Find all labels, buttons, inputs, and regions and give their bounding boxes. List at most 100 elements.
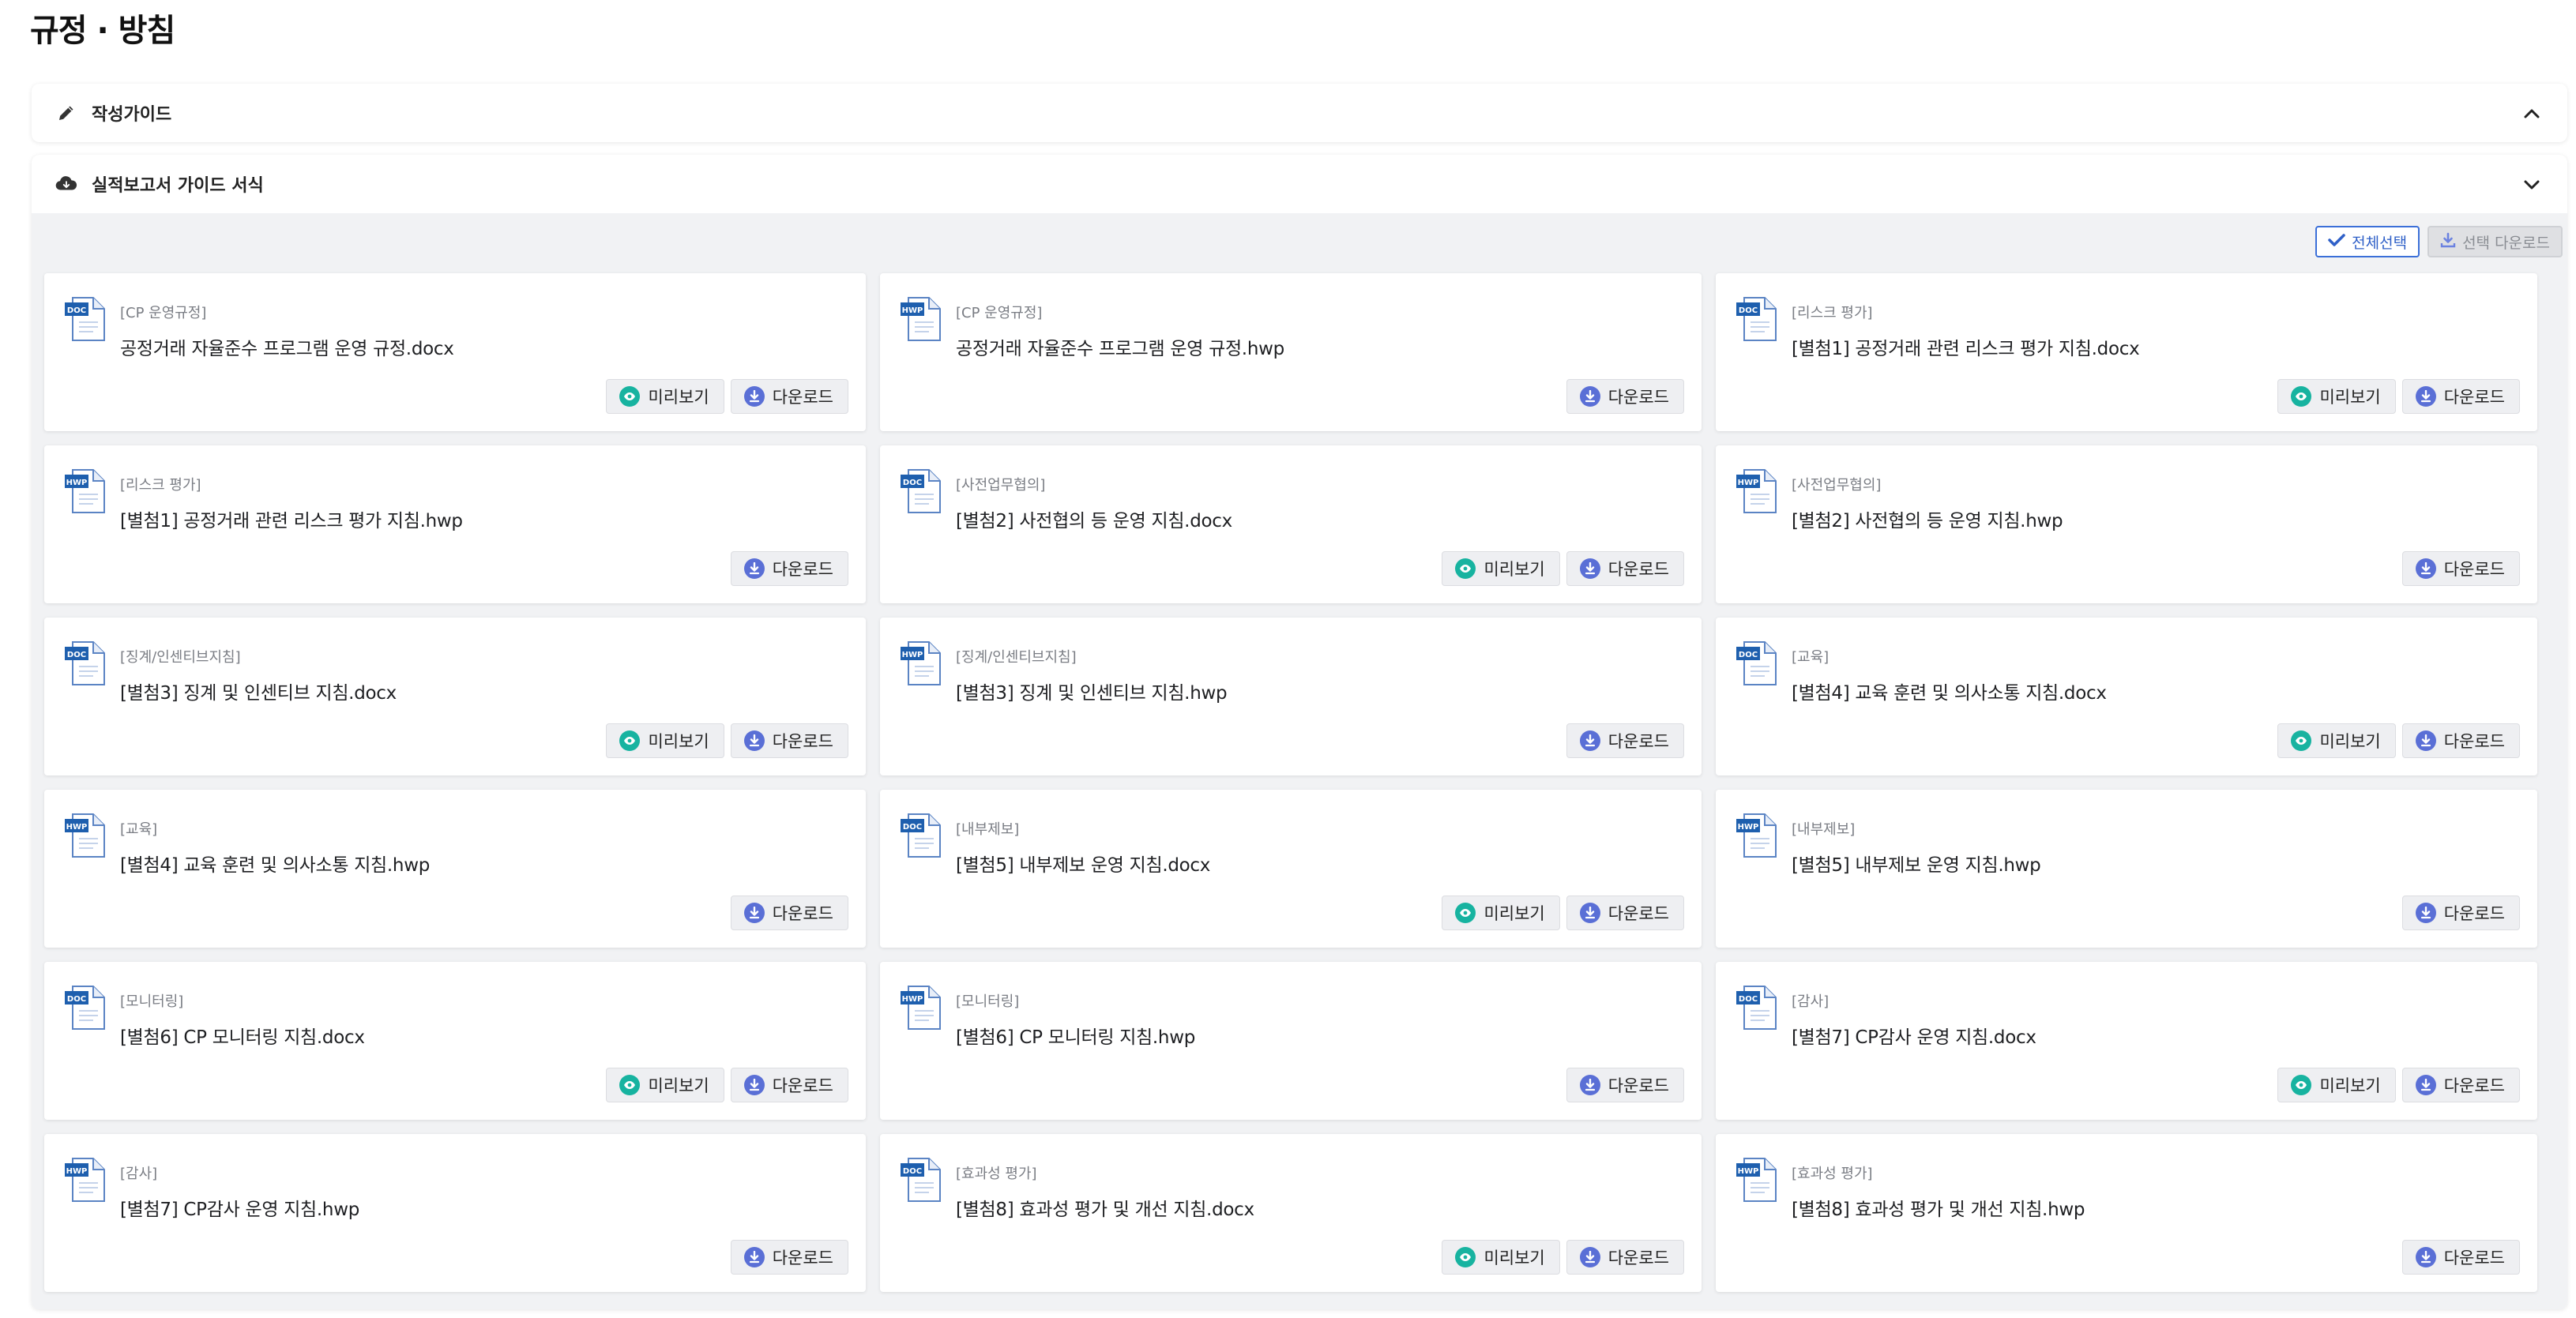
download-button[interactable]: 다운로드 <box>1566 551 1684 586</box>
file-name: [별첨6] CP 모니터링 지침.hwp <box>956 1027 1196 1048</box>
eye-icon <box>1455 1247 1476 1267</box>
preview-button[interactable]: 미리보기 <box>2277 723 2396 758</box>
download-selected-button[interactable]: 선택 다운로드 <box>2427 226 2563 257</box>
file-actions: 다운로드 <box>730 551 848 586</box>
file-name: [별첨1] 공정거래 관련 리스크 평가 지침.docx <box>1792 339 2140 359</box>
chevron-down-icon[interactable] <box>2520 173 2544 197</box>
download-label: 다운로드 <box>2443 560 2505 579</box>
download-button[interactable]: 다운로드 <box>1566 379 1684 414</box>
file-category: [CP 운영규정] <box>120 305 207 321</box>
file-card: HWP [효과성 평가] [별첨8] 효과성 평가 및 개선 지침.hwp 다운… <box>1716 1134 2537 1292</box>
file-category: [교육] <box>120 821 158 838</box>
download-icon <box>1579 903 1600 923</box>
download-selected-label: 선택 다운로드 <box>2462 234 2550 252</box>
file-card: DOC [모니터링] [별첨6] CP 모니터링 지침.docx 미리보기 다운… <box>44 962 866 1120</box>
download-icon <box>743 386 765 407</box>
file-card: HWP [징계/인센티브지침] [별첨3] 징계 및 인센티브 지침.hwp 다… <box>880 618 1702 775</box>
file-name: [별첨1] 공정거래 관련 리스크 평가 지침.hwp <box>120 511 463 531</box>
download-label: 다운로드 <box>2443 388 2505 407</box>
svg-text:HWP: HWP <box>902 306 923 315</box>
download-button[interactable]: 다운로드 <box>730 896 848 930</box>
download-button[interactable]: 다운로드 <box>1566 1240 1684 1275</box>
file-actions: 미리보기 다운로드 <box>606 723 848 758</box>
eye-icon <box>619 386 641 407</box>
download-button[interactable]: 다운로드 <box>2401 723 2520 758</box>
file-actions: 다운로드 <box>2401 896 2520 930</box>
svg-text:DOC: DOC <box>1739 651 1758 659</box>
download-icon <box>743 558 765 579</box>
file-actions: 다운로드 <box>2401 551 2520 586</box>
preview-button[interactable]: 미리보기 <box>1442 1240 1560 1275</box>
file-actions: 다운로드 <box>2401 1240 2520 1275</box>
download-button[interactable]: 다운로드 <box>730 723 848 758</box>
svg-text:HWP: HWP <box>1738 479 1759 487</box>
download-label: 다운로드 <box>772 560 833 579</box>
file-name: [별첨5] 내부제보 운영 지침.docx <box>956 855 1211 876</box>
file-card: DOC [교육] [별첨4] 교육 훈련 및 의사소통 지침.docx 미리보기… <box>1716 618 2537 775</box>
download-button[interactable]: 다운로드 <box>1566 1068 1684 1102</box>
download-button[interactable]: 다운로드 <box>2401 551 2520 586</box>
download-button[interactable]: 다운로드 <box>2401 379 2520 414</box>
download-icon <box>743 903 765 923</box>
preview-label: 미리보기 <box>2319 388 2381 407</box>
select-all-button[interactable]: 전체선택 <box>2315 226 2420 257</box>
page-title: 규정 · 방침 <box>30 13 175 49</box>
download-button[interactable]: 다운로드 <box>2401 896 2520 930</box>
preview-button[interactable]: 미리보기 <box>2277 379 2396 414</box>
accordion-writing-guide-label: 작성가이드 <box>92 105 172 125</box>
download-button[interactable]: 다운로드 <box>2401 1240 2520 1275</box>
download-button[interactable]: 다운로드 <box>730 1240 848 1275</box>
doc-file-icon: DOC <box>63 984 107 1031</box>
file-card: HWP [내부제보] [별첨5] 내부제보 운영 지침.hwp 다운로드 <box>1716 790 2537 948</box>
file-actions: 다운로드 <box>730 896 848 930</box>
file-card: HWP [사전업무협의] [별첨2] 사전협의 등 운영 지침.hwp 다운로드 <box>1716 445 2537 603</box>
hwp-file-icon: HWP <box>63 467 107 515</box>
accordion-writing-guide: 작성가이드 <box>32 84 2567 142</box>
svg-text:DOC: DOC <box>67 651 86 659</box>
preview-button[interactable]: 미리보기 <box>1442 551 1560 586</box>
hwp-file-icon: HWP <box>1735 1156 1779 1203</box>
preview-label: 미리보기 <box>1484 560 1545 579</box>
doc-file-icon: DOC <box>899 467 943 515</box>
download-button[interactable]: 다운로드 <box>1566 723 1684 758</box>
svg-text:DOC: DOC <box>1739 995 1758 1004</box>
download-label: 다운로드 <box>772 732 833 751</box>
svg-text:HWP: HWP <box>1738 823 1759 832</box>
preview-button[interactable]: 미리보기 <box>606 379 724 414</box>
preview-button[interactable]: 미리보기 <box>606 1068 724 1102</box>
preview-button[interactable]: 미리보기 <box>1442 896 1560 930</box>
download-button[interactable]: 다운로드 <box>730 1068 848 1102</box>
svg-text:DOC: DOC <box>903 1167 922 1176</box>
download-button[interactable]: 다운로드 <box>1566 896 1684 930</box>
download-button[interactable]: 다운로드 <box>730 379 848 414</box>
file-category: [사전업무협의] <box>956 477 1046 494</box>
file-card: DOC [사전업무협의] [별첨2] 사전협의 등 운영 지침.docx 미리보… <box>880 445 1702 603</box>
accordion-writing-guide-header[interactable]: 작성가이드 <box>32 84 2567 142</box>
file-category: [리스크 평가] <box>1792 305 1873 321</box>
pencil-icon <box>55 102 77 124</box>
svg-text:HWP: HWP <box>66 1167 88 1176</box>
download-button[interactable]: 다운로드 <box>2401 1068 2520 1102</box>
hwp-file-icon: HWP <box>899 984 943 1031</box>
svg-text:HWP: HWP <box>1738 1167 1759 1176</box>
svg-text:DOC: DOC <box>1739 306 1758 315</box>
file-card: DOC [징계/인센티브지침] [별첨3] 징계 및 인센티브 지침.docx … <box>44 618 866 775</box>
preview-label: 미리보기 <box>1484 904 1545 923</box>
download-button[interactable]: 다운로드 <box>730 551 848 586</box>
svg-text:DOC: DOC <box>67 306 86 315</box>
accordion-report-guide-header[interactable]: 실적보고서 가이드 서식 <box>32 155 2567 213</box>
file-name: [별첨7] CP감사 운영 지침.hwp <box>120 1200 360 1220</box>
download-icon <box>2415 1247 2436 1267</box>
hwp-file-icon: HWP <box>63 1156 107 1203</box>
doc-file-icon: DOC <box>63 640 107 687</box>
chevron-up-icon[interactable] <box>2520 102 2544 126</box>
file-actions: 미리보기 다운로드 <box>1442 1240 1684 1275</box>
preview-button[interactable]: 미리보기 <box>2277 1068 2396 1102</box>
file-actions: 다운로드 <box>1566 723 1684 758</box>
file-card: DOC [효과성 평가] [별첨8] 효과성 평가 및 개선 지침.docx 미… <box>880 1134 1702 1292</box>
download-label: 다운로드 <box>1608 388 1669 407</box>
file-category: [사전업무협의] <box>1792 477 1882 494</box>
file-name: [별첨7] CP감사 운영 지침.docx <box>1792 1027 2036 1048</box>
preview-button[interactable]: 미리보기 <box>606 723 724 758</box>
file-card: HWP [리스크 평가] [별첨1] 공정거래 관련 리스크 평가 지침.hwp… <box>44 445 866 603</box>
